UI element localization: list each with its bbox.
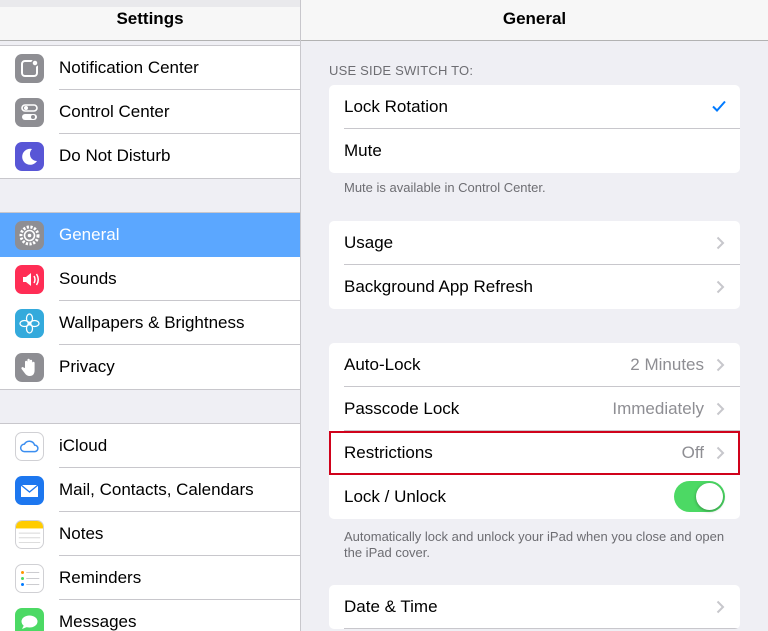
- sidebar-item-label: Do Not Disturb: [59, 146, 171, 165]
- reminders-icon: [15, 564, 44, 593]
- chevron-right-icon: [716, 358, 725, 372]
- toggle-knob: [696, 483, 723, 510]
- sidebar-group-apps: iCloud Mail, Contacts, Calendars Notes R…: [0, 423, 300, 631]
- row-label: Auto-Lock: [344, 355, 421, 374]
- sidebar-item-wallpapers-brightness[interactable]: Wallpapers & Brightness: [0, 301, 300, 345]
- sidebar-item-general[interactable]: General: [0, 213, 300, 257]
- row-auto-lock[interactable]: Auto-Lock 2 Minutes: [329, 343, 740, 387]
- general-detail-pane: General USE SIDE SWITCH TO: Lock Rotatio…: [301, 0, 768, 631]
- sidebar-item-label: Control Center: [59, 102, 170, 121]
- gear-icon: [15, 221, 44, 250]
- chevron-right-icon: [716, 446, 725, 460]
- scrolled-content-strip: [0, 0, 300, 7]
- row-value: 2 Minutes: [630, 355, 704, 374]
- row-label: Background App Refresh: [344, 277, 534, 296]
- row-label: Usage: [344, 233, 394, 252]
- sidebar-item-label: Notes: [59, 524, 104, 543]
- control-center-icon: [15, 98, 44, 127]
- row-value: Immediately: [612, 399, 704, 418]
- chevron-right-icon: [716, 280, 725, 294]
- date-group: Date & Time: [329, 585, 740, 629]
- row-separator: [344, 628, 740, 629]
- side-switch-footer: Mute is available in Control Center.: [344, 180, 546, 195]
- lock-group: Auto-Lock 2 Minutes Passcode Lock Immedi…: [329, 343, 740, 519]
- sidebar-item-label: Reminders: [59, 568, 142, 587]
- row-label: Passcode Lock: [344, 399, 460, 418]
- detail-title: General: [502, 9, 567, 28]
- sidebar-item-label: Mail, Contacts, Calendars: [59, 480, 254, 499]
- notes-icon: [15, 520, 44, 549]
- sidebar-item-label: Notification Center: [59, 58, 199, 77]
- hand-icon: [15, 353, 44, 382]
- sidebar-item-label: Sounds: [59, 269, 117, 288]
- sidebar-item-notes[interactable]: Notes: [0, 512, 300, 556]
- option-label: Lock Rotation: [344, 97, 448, 116]
- sidebar-item-notification-center[interactable]: Notification Center: [0, 46, 300, 90]
- sidebar-item-mail-contacts-calendars[interactable]: Mail, Contacts, Calendars: [0, 468, 300, 512]
- checkmark-icon: [712, 100, 726, 112]
- sidebar-item-sounds[interactable]: Sounds: [0, 257, 300, 301]
- row-passcode-lock[interactable]: Passcode Lock Immediately: [329, 387, 740, 431]
- sidebar-group-system: Notification Center Control Center Do No…: [0, 45, 300, 179]
- row-label: Restrictions: [344, 443, 433, 462]
- row-label: Lock / Unlock: [344, 487, 447, 506]
- sidebar-group-device: General Sounds Wallpapers & Brightness P…: [0, 212, 300, 390]
- row-value: Off: [681, 443, 704, 462]
- row-date-time[interactable]: Date & Time: [329, 585, 740, 629]
- sidebar-item-reminders[interactable]: Reminders: [0, 556, 300, 600]
- chevron-right-icon: [716, 600, 725, 614]
- option-label: Mute: [344, 141, 382, 160]
- option-lock-rotation[interactable]: Lock Rotation: [329, 85, 740, 129]
- row-background-app-refresh[interactable]: Background App Refresh: [329, 265, 740, 309]
- sidebar-item-do-not-disturb[interactable]: Do Not Disturb: [0, 134, 300, 178]
- cloud-icon: [15, 432, 44, 461]
- sidebar-item-control-center[interactable]: Control Center: [0, 90, 300, 134]
- row-usage[interactable]: Usage: [329, 221, 740, 265]
- option-mute[interactable]: Mute: [329, 129, 740, 173]
- sidebar-title: Settings: [116, 9, 184, 28]
- lock-group-footer: Automatically lock and unlock your iPad …: [344, 529, 725, 560]
- messages-icon: [15, 608, 44, 631]
- lock-unlock-toggle[interactable]: [674, 481, 725, 512]
- mail-icon: [15, 476, 44, 505]
- usage-group: Usage Background App Refresh: [329, 221, 740, 309]
- settings-sidebar: Settings Notification Center Control Cen…: [0, 0, 300, 631]
- speaker-icon: [15, 265, 44, 294]
- row-restrictions[interactable]: Restrictions Off: [329, 431, 740, 475]
- sidebar-item-icloud[interactable]: iCloud: [0, 424, 300, 468]
- chevron-right-icon: [716, 402, 725, 416]
- row-lock-unlock: Lock / Unlock: [329, 475, 740, 519]
- flower-icon: [15, 309, 44, 338]
- side-switch-group: Lock Rotation Mute: [329, 85, 740, 173]
- row-label: Date & Time: [344, 597, 438, 616]
- sidebar-navbar: Settings: [0, 0, 300, 41]
- moon-icon: [15, 142, 44, 171]
- sidebar-item-privacy[interactable]: Privacy: [0, 345, 300, 389]
- sidebar-item-messages[interactable]: Messages: [0, 600, 300, 631]
- sidebar-item-label: Privacy: [59, 357, 115, 376]
- notification-center-icon: [15, 54, 44, 83]
- detail-navbar: General: [301, 0, 768, 41]
- sidebar-item-label: Wallpapers & Brightness: [59, 313, 245, 332]
- side-switch-section-header: USE SIDE SWITCH TO:: [329, 63, 474, 78]
- sidebar-item-label: Messages: [59, 612, 137, 631]
- sidebar-item-label: General: [59, 225, 120, 244]
- sidebar-item-label: iCloud: [59, 436, 108, 455]
- chevron-right-icon: [716, 236, 725, 250]
